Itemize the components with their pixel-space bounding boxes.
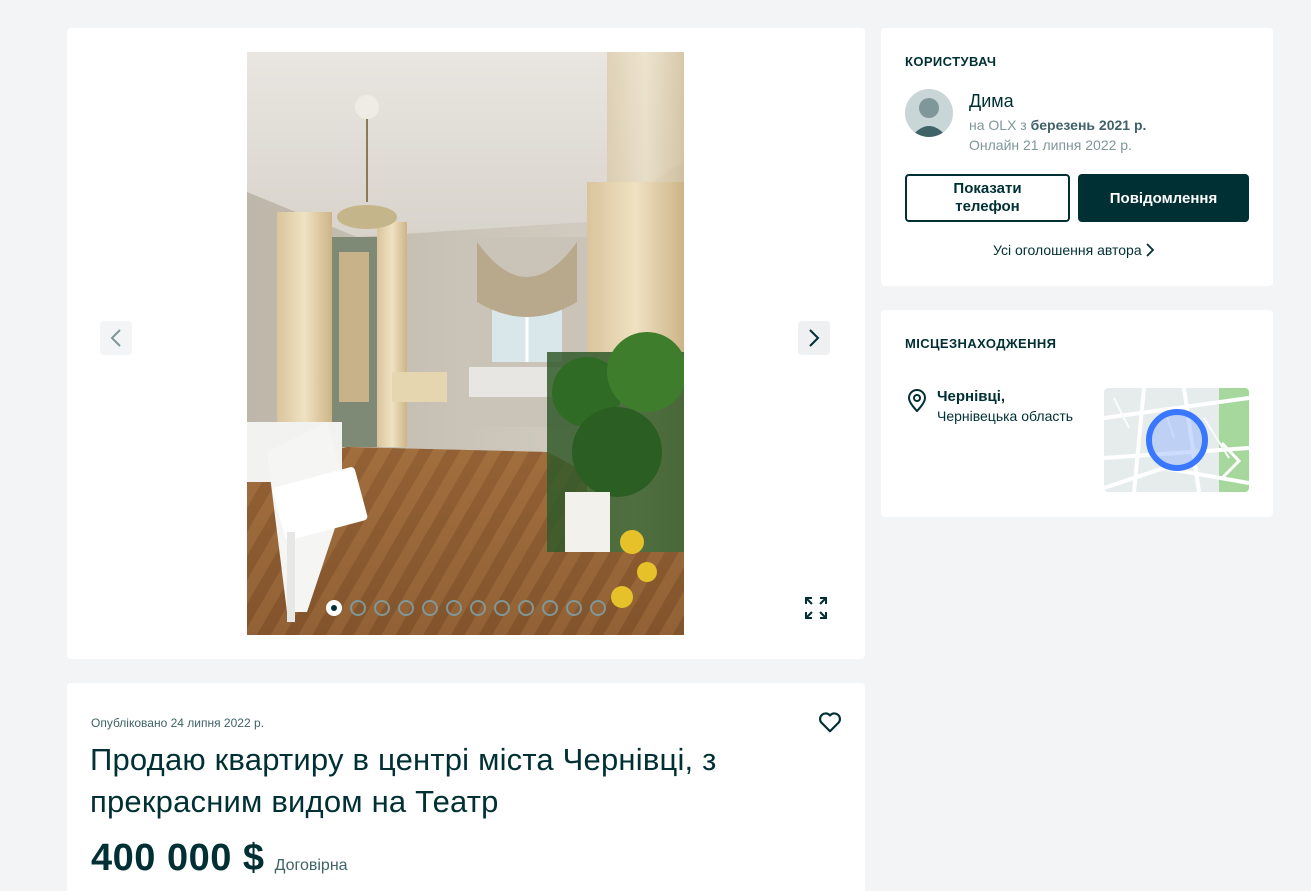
pagination-dot[interactable] xyxy=(350,600,366,616)
user-card: КОРИСТУВАЧ Дима на OLX з березень 2021 р… xyxy=(881,28,1273,286)
next-photo-button[interactable] xyxy=(798,321,830,355)
user-avatar-icon xyxy=(905,89,953,137)
location-section-title: МІСЦЕЗНАХОДЖЕННЯ xyxy=(905,336,1057,351)
chevron-left-icon xyxy=(110,329,121,347)
user-since: на OLX з березень 2021 р. xyxy=(969,117,1146,133)
apartment-photo-illustration xyxy=(247,52,684,635)
listing-photo[interactable] xyxy=(247,52,684,635)
map-marker xyxy=(1146,409,1208,471)
chevron-right-icon xyxy=(809,329,820,347)
favorite-button[interactable] xyxy=(817,709,843,735)
show-phone-button[interactable]: Показати телефон xyxy=(905,174,1070,222)
location-card: МІСЦЕЗНАХОДЖЕННЯ Чернівці, Чернівецька о… xyxy=(881,310,1273,517)
map-thumbnail xyxy=(1104,388,1249,492)
listing-title: Продаю квартиру в центрі міста Чернівці,… xyxy=(90,742,717,819)
pagination-dot[interactable] xyxy=(542,600,558,616)
user-since-prefix: на OLX з xyxy=(969,117,1031,133)
published-date: Опубліковано 24 липня 2022 р. xyxy=(91,716,264,730)
user-last-online: Онлайн 21 липня 2022 р. xyxy=(969,137,1132,153)
all-author-ads-label: Усі оголошення автора xyxy=(993,242,1142,258)
all-author-ads-link[interactable]: Усі оголошення автора xyxy=(993,242,1154,258)
gallery-card xyxy=(67,28,865,659)
location-region: Чернівецька область xyxy=(937,408,1074,424)
message-button[interactable]: Повідомлення xyxy=(1078,174,1249,222)
location-city: Чернівці, xyxy=(937,388,1006,405)
user-name[interactable]: Дима xyxy=(969,91,1014,112)
listing-details-card: Опубліковано 24 липня 2022 р. Продаю ква… xyxy=(67,683,865,891)
heart-icon xyxy=(819,712,841,733)
pagination-dot[interactable] xyxy=(494,600,510,616)
negotiable-label: Договірна xyxy=(274,857,348,874)
pagination-dot[interactable] xyxy=(566,600,582,616)
location-map[interactable] xyxy=(1104,388,1249,492)
pagination-dot[interactable] xyxy=(446,600,462,616)
fullscreen-button[interactable] xyxy=(800,592,832,624)
pagination-dot[interactable] xyxy=(422,600,438,616)
pagination-dot[interactable] xyxy=(590,600,606,616)
pagination-dot[interactable] xyxy=(398,600,414,616)
fullscreen-icon xyxy=(805,597,827,619)
avatar[interactable] xyxy=(905,89,953,137)
user-since-date: березень 2021 р. xyxy=(1030,117,1147,133)
pagination-dot[interactable] xyxy=(518,600,534,616)
user-section-title: КОРИСТУВАЧ xyxy=(905,54,997,69)
price: 400 000 $ xyxy=(91,837,265,879)
chevron-right-icon xyxy=(1145,243,1154,257)
photo-pagination xyxy=(326,600,606,616)
price-row: 400 000 $ Договірна xyxy=(91,837,348,880)
pagination-dot[interactable] xyxy=(326,600,342,616)
pagination-dot[interactable] xyxy=(470,600,486,616)
previous-photo-button[interactable] xyxy=(100,321,132,355)
location-pin-icon xyxy=(907,389,927,413)
pagination-dot[interactable] xyxy=(374,600,390,616)
